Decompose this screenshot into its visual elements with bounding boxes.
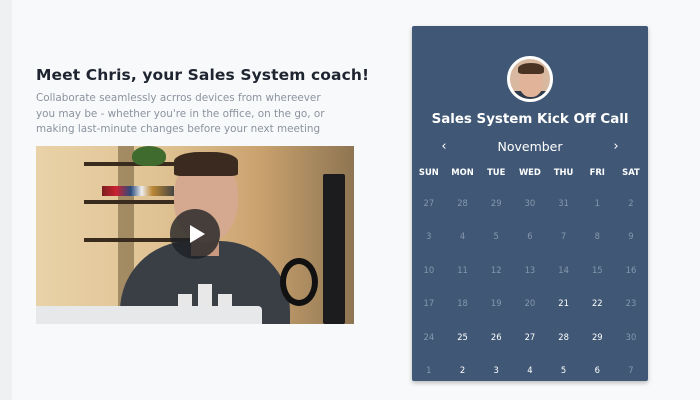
video-books — [102, 186, 174, 196]
calendar-day-available[interactable]: 26 — [479, 332, 513, 342]
calendar-day-unavailable: 29 — [490, 197, 502, 208]
calendar-day-unavailable: 4 — [459, 231, 466, 242]
calendar-day-available[interactable]: 5 — [547, 365, 581, 375]
calendar-week-row: 3 4 5 6 7 8 9 — [412, 220, 648, 254]
avatar-hair — [518, 63, 544, 74]
calendar-day-unavailable: 31 — [558, 197, 569, 208]
calendar-day-unavailable: 5 — [493, 231, 499, 242]
calendar-day-unavailable: 27 — [423, 197, 435, 208]
calendar-week-row: 10 11 12 13 14 15 16 — [412, 253, 648, 287]
calendar-day-available[interactable]: 29 — [580, 332, 614, 342]
weekday-label: FRI — [589, 167, 605, 177]
calendar-week-row: 24 25 26 27 28 29 30 — [412, 320, 648, 354]
calendar-day-unavailable: 3 — [426, 231, 432, 242]
calendar-grid: 27 28 29 30 31 1 2 3 4 5 6 7 8 9 10 11 12 13 14 15 16 17 18 19 2… — [412, 186, 648, 387]
calendar-day-unavailable: 17 — [423, 298, 435, 309]
calendar-day-available[interactable]: 6 — [580, 365, 614, 375]
calendar-day-unavailable: 16 — [625, 264, 637, 275]
calendar-day-unavailable: 9 — [628, 231, 634, 242]
calendar-day-unavailable: 24 — [423, 331, 435, 342]
weekday-label: TUE — [487, 167, 506, 177]
calendar-day-unavailable: 10 — [423, 264, 435, 275]
calendar-day-unavailable: 1 — [426, 365, 432, 376]
play-icon — [189, 225, 205, 243]
calendar-day-unavailable: 2 — [628, 197, 634, 208]
calendar-title: Sales System Kick Off Call — [431, 112, 629, 127]
calendar-week-row: 17 18 19 20 21 22 23 — [412, 287, 648, 321]
calendar-day-unavailable: 8 — [594, 231, 600, 242]
calendar-day-available[interactable]: 3 — [479, 365, 513, 375]
weekday-label: SAT — [622, 167, 640, 177]
calendar-day-unavailable: 15 — [591, 264, 603, 275]
calendar-card: Sales System Kick Off Call ‹ November › … — [412, 26, 648, 381]
calendar-day-unavailable: 14 — [558, 264, 569, 275]
calendar-day-unavailable: 13 — [524, 264, 536, 275]
video-plant — [132, 146, 166, 166]
play-button[interactable] — [170, 209, 220, 259]
calendar-day-unavailable: 7 — [560, 231, 567, 242]
calendar-day-available[interactable]: 4 — [513, 365, 547, 375]
calendar-day-available[interactable]: 25 — [446, 332, 480, 342]
calendar-day-unavailable: 12 — [490, 264, 502, 275]
calendar-day-unavailable: 11 — [457, 264, 468, 275]
calendar-week-row: 27 28 29 30 31 1 2 — [412, 186, 648, 220]
calendar-day-unavailable: 19 — [490, 298, 502, 309]
calendar-day-unavailable: 30 — [524, 197, 536, 208]
video-person-hair — [174, 152, 238, 176]
calendar-week-row: 1 23456 7 — [412, 354, 648, 388]
calendar-day-unavailable: 1 — [594, 197, 600, 208]
calendar-day-available[interactable]: 21 — [547, 298, 581, 308]
weekday-label: THU — [553, 167, 574, 177]
video-chair — [280, 258, 318, 306]
weekday-label: SUN — [418, 167, 439, 177]
intro-title: Meet Chris, your Sales System coach! — [36, 66, 370, 84]
chevron-right-icon[interactable]: › — [606, 137, 626, 157]
avatar — [507, 56, 553, 102]
calendar-day-unavailable: 6 — [527, 231, 533, 242]
calendar-day-available[interactable]: 27 — [513, 332, 547, 342]
weekday-header: SUN MON TUE WED THU FRI SAT — [412, 167, 648, 177]
intro-description: Collaborate seamlessly acrros devices fr… — [36, 92, 325, 135]
calendar-day-unavailable: 23 — [625, 298, 637, 309]
weekday-label: WED — [518, 167, 541, 177]
calendar-day-available[interactable]: 22 — [580, 298, 614, 308]
calendar-day-unavailable: 18 — [457, 298, 468, 309]
month-navigation: ‹ November › — [412, 137, 648, 157]
calendar-day-available[interactable]: 2 — [446, 365, 480, 375]
calendar-day-unavailable: 7 — [628, 365, 634, 376]
video-laptop — [36, 306, 262, 324]
calendar-day-unavailable: 30 — [625, 331, 637, 342]
calendar-day-unavailable: 28 — [457, 197, 468, 208]
video-monitor — [323, 174, 345, 324]
weekday-label: MON — [451, 167, 474, 177]
calendar-day-available[interactable]: 28 — [547, 332, 581, 342]
calendar-day-unavailable: 20 — [524, 298, 536, 309]
